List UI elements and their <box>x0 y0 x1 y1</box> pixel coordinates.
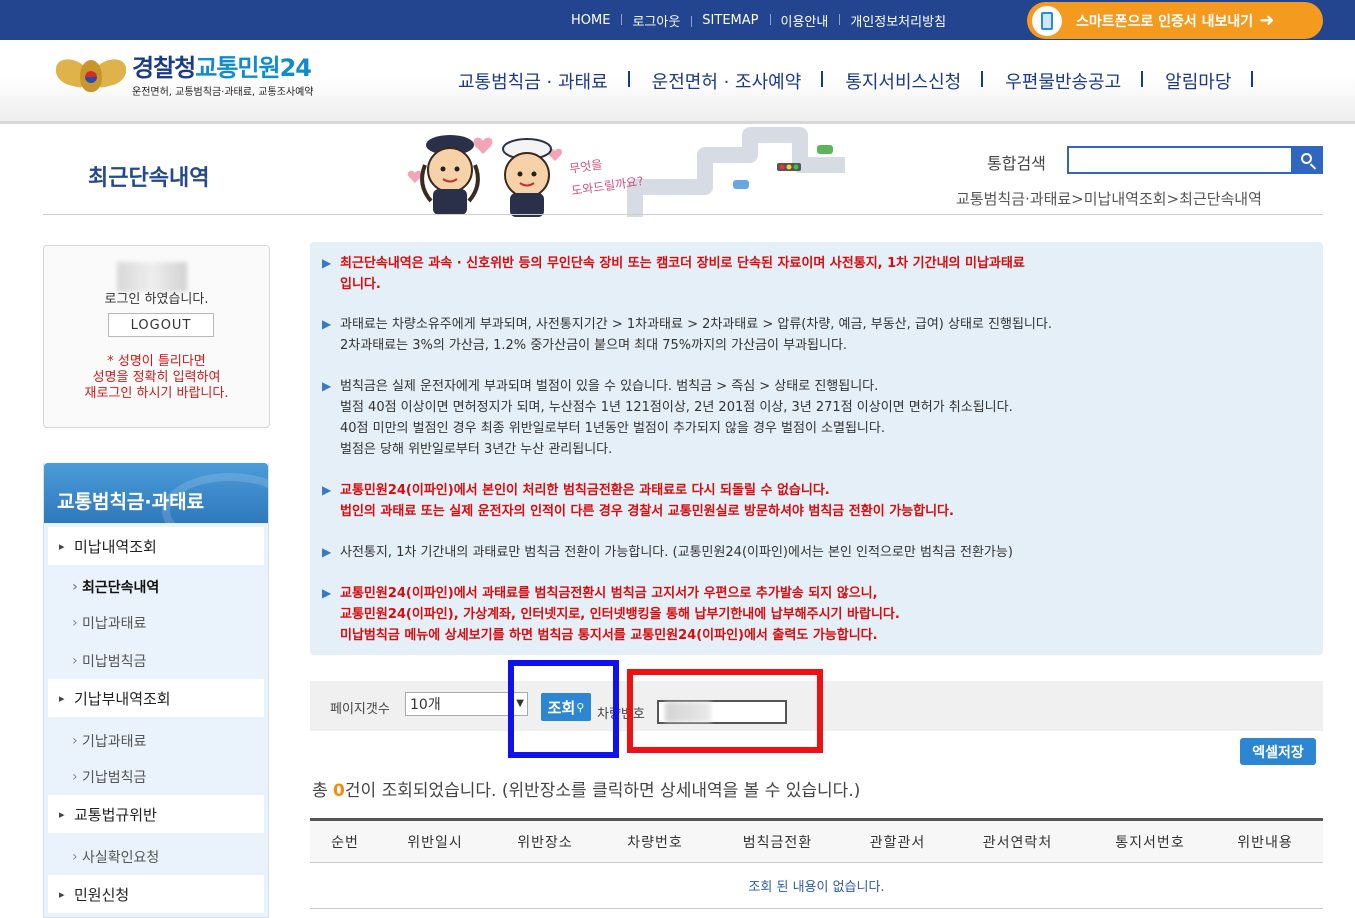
side-menu-paid-inquiry[interactable]: 기납부내역조회 <box>48 679 264 717</box>
integrated-search-button[interactable] <box>1293 146 1323 174</box>
side-menu-title: 교통범칙금·과태료 <box>44 463 268 523</box>
bullet-icon: ▶ <box>322 483 332 497</box>
top-link-home[interactable]: HOME <box>560 13 621 28</box>
main-nav: 교통범칙금 · 과태료 운전면허 · 조사예약 통지서비스신청 우편물반송공고 … <box>436 68 1254 94</box>
police-emblem-icon <box>56 54 126 98</box>
side-menu-unpaid-penalty[interactable]: 미납범칙금 <box>48 643 264 679</box>
page-title: 최근단속내역 <box>88 166 210 191</box>
police-mascot-illustration: 무엇을 도와드릴까요? <box>407 127 845 217</box>
breadcrumb: 교통범칙금·과태료>미납내역조회>최근단속내역 <box>956 190 1262 208</box>
main-nav-notice[interactable]: 알림마당 <box>1143 68 1254 94</box>
side-menu-traffic-violation[interactable]: 교통법규위반 <box>48 795 264 833</box>
side-menu: 교통범칙금·과태료 미납내역조회 최근단속내역 미납과태료 미납범칙금 기납부내… <box>43 463 269 918</box>
main-nav-fines[interactable]: 교통범칙금 · 과태료 <box>436 68 630 94</box>
logo-title-service: 교통민원24 <box>195 54 312 82</box>
bullet-icon: ▶ <box>322 256 332 270</box>
info-notice-box: ▶ 최근단속내역은 과속 · 신호위반 등의 무인단속 장비 또는 캠코더 장비… <box>310 242 1323 655</box>
export-certificate-label: 스마트폰으로 인증서 내보내기 <box>1076 13 1254 30</box>
bullet-icon: ▶ <box>322 317 332 331</box>
side-menu-civil-request[interactable]: 민원신청 <box>48 875 264 913</box>
svg-text:무엇을: 무엇을 <box>568 157 603 175</box>
bullet-icon: ▶ <box>322 545 332 559</box>
table-header-cell: 위반일시 <box>407 834 463 851</box>
table-header-cell: 범칙금전환 <box>742 834 813 851</box>
logo-subtitle: 운전면허, 교통범칙금·과태료, 교통조사예약 <box>132 87 314 98</box>
table-header-cell: 차량번호 <box>627 834 683 851</box>
login-warning: * 성명이 틀리다면 성명을 정확히 입력하여 재로그인 하시기 바랍니다. <box>84 354 229 401</box>
table-empty-row: 조회 된 내용이 없습니다. <box>310 863 1323 909</box>
side-menu-recent-violations[interactable]: 최근단속내역 <box>48 569 264 605</box>
side-menu-unpaid-inquiry[interactable]: 미납내역조회 <box>48 527 264 565</box>
login-panel: 로그인 하였습니다. LOGOUT * 성명이 틀리다면 성명을 정확히 입력하… <box>43 245 270 428</box>
main-nav-notification[interactable]: 통지서비스신청 <box>823 68 984 94</box>
notice-item: ▶ 교통민원24(이파인)에서 과태료를 범칙금전환시 범칙금 고지서가 우편으… <box>322 583 900 646</box>
bullet-icon: ▶ <box>322 379 332 393</box>
side-menu-paid-fines[interactable]: 기납과태료 <box>48 723 264 759</box>
notice-item: ▶ 과태료는 차량소유주에게 부과되며, 사전통지기간 > 1차과태료 > 2차… <box>322 314 1052 356</box>
top-link-logout[interactable]: 로그아웃 <box>621 11 691 30</box>
result-count: 0 <box>333 781 345 801</box>
side-menu-paid-penalty[interactable]: 기납범칙금 <box>48 759 264 795</box>
logo-title-police: 경찰청 <box>132 54 196 82</box>
top-bar: HOME 로그아웃 SITEMAP 이용안내 개인정보처리방침 스마트폰으로 인… <box>0 0 1355 40</box>
side-menu-fact-check[interactable]: 사실확인요청 <box>48 839 264 875</box>
logout-button[interactable]: LOGOUT <box>108 313 214 337</box>
table-header: 순번 위반일시 위반장소 차량번호 범칙금전환 관할관서 관서연락처 통지서번호… <box>310 818 1323 863</box>
integrated-search-input[interactable] <box>1067 146 1293 174</box>
table-header-cell: 순번 <box>331 834 359 851</box>
site-logo[interactable]: 경찰청교통민원24 운전면허, 교통범칙금·과태료, 교통조사예약 <box>56 54 314 98</box>
notice-item: ▶ 최근단속내역은 과속 · 신호위반 등의 무인단속 장비 또는 캠코더 장비… <box>322 253 1025 295</box>
main-nav-license[interactable]: 운전면허 · 조사예약 <box>630 68 824 94</box>
table-header-cell: 통지서번호 <box>1115 834 1185 851</box>
table-header-cell: 위반내용 <box>1237 834 1293 851</box>
highlight-box-red <box>627 669 823 753</box>
result-count-text: 총 0건이 조회되었습니다. (위반장소를 클릭하면 상세내역을 볼 수 있습니… <box>312 781 861 801</box>
export-certificate-button[interactable]: 스마트폰으로 인증서 내보내기 ➜ <box>1027 2 1323 39</box>
table-header-cell: 관서연락처 <box>982 834 1053 851</box>
bullet-icon: ▶ <box>322 586 332 600</box>
title-divider <box>43 214 1323 215</box>
notice-item: ▶ 교통민원24(이파인)에서 본인이 처리한 범칙금전환은 과태료로 다시 되… <box>322 480 954 522</box>
top-link-privacy[interactable]: 개인정보처리방침 <box>839 11 957 30</box>
integrated-search-label: 통합검색 <box>987 154 1046 173</box>
top-nav: HOME 로그아웃 SITEMAP 이용안내 개인정보처리방침 <box>560 0 957 40</box>
highlight-box-blue <box>508 660 619 758</box>
side-menu-unpaid-fines[interactable]: 미납과태료 <box>48 605 264 641</box>
top-link-sitemap[interactable]: SITEMAP <box>691 13 769 28</box>
notice-item: ▶ 범칙금은 실제 운전자에게 부과되며 벌점이 있을 수 있습니다. 범칙금 … <box>322 376 1013 460</box>
main-nav-returned-mail[interactable]: 우편물반송공고 <box>983 68 1144 94</box>
table-header-cell: 위반장소 <box>517 834 573 851</box>
notice-item: ▶ 사전통지, 1차 기간내의 과태료만 범칙금 전환이 가능합니다. (교통민… <box>322 542 1013 563</box>
table-header-cell: 관할관서 <box>869 834 926 851</box>
violations-table: 순번 위반일시 위반장소 차량번호 범칙금전환 관할관서 관서연락처 통지서번호… <box>310 818 1323 909</box>
search-icon <box>1300 152 1312 164</box>
smartphone-icon <box>1032 5 1062 36</box>
excel-save-button[interactable]: 엑셀저장 <box>1240 738 1316 765</box>
arrow-right-icon: ➜ <box>1259 10 1275 31</box>
site-header: 경찰청교통민원24 운전면허, 교통범칙금·과태료, 교통조사예약 교통범칙금 … <box>0 40 1355 124</box>
page-count-label: 페이지갯수 <box>330 702 390 717</box>
login-message: 로그인 하였습니다. <box>104 292 209 307</box>
top-link-guide[interactable]: 이용안내 <box>769 11 840 30</box>
